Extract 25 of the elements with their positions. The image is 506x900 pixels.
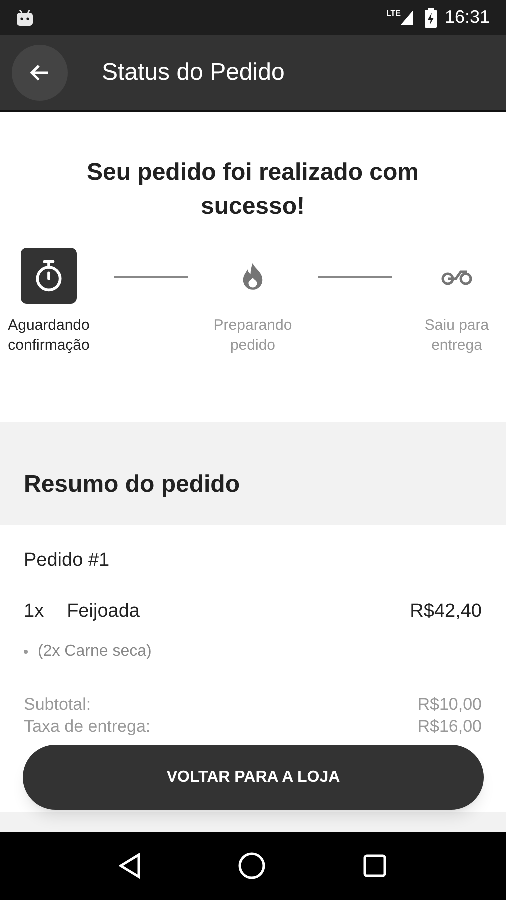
window-title: Status do Pedido bbox=[102, 58, 285, 88]
network-label: LTE bbox=[386, 8, 401, 20]
total-value: R$16,00 bbox=[418, 716, 482, 738]
total-label: Taxa de entrega: bbox=[24, 716, 151, 738]
item-quantity: 1x bbox=[24, 600, 44, 624]
item-price: R$42,40 bbox=[410, 600, 482, 624]
item-extra: (2x Carne seca) bbox=[38, 642, 152, 662]
android-icon bbox=[16, 10, 34, 26]
total-label: Subtotal: bbox=[24, 694, 92, 716]
back-to-store-button[interactable]: VOLTAR PARA A LOJA bbox=[23, 745, 484, 810]
step-label: Aguardando confirmação bbox=[7, 316, 91, 356]
step-label: Preparando pedido bbox=[212, 316, 294, 356]
back-icon[interactable] bbox=[118, 853, 141, 879]
battery-icon bbox=[424, 8, 437, 28]
home-icon[interactable] bbox=[238, 852, 266, 880]
recents-icon[interactable] bbox=[363, 854, 388, 878]
bullet-icon bbox=[24, 650, 28, 654]
total-value: R$10,00 bbox=[418, 694, 482, 716]
item-name: Feijoada bbox=[67, 600, 141, 624]
clock-time: 16:31 bbox=[444, 6, 490, 29]
order-number: Pedido #1 bbox=[24, 549, 111, 573]
step-label: Saiu para entrega bbox=[424, 316, 490, 356]
signal-icon bbox=[400, 10, 413, 24]
success-heading: Seu pedido foi realizado com sucesso! bbox=[86, 158, 420, 222]
summary-title: Resumo do pedido bbox=[24, 470, 240, 500]
